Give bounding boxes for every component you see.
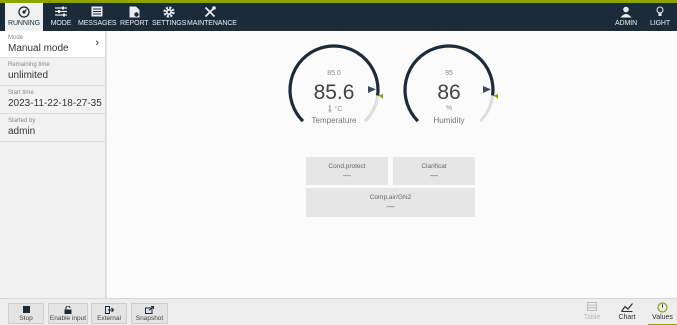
messages-button[interactable]: MESSAGES [78,3,117,31]
table-view-label: Table [583,314,601,321]
status-sidebar: Mode Manual mode › Remaining time unlimi… [0,31,106,298]
mode-field-value: Manual mode [8,43,69,54]
temperature-unit: 🌡°C [325,106,343,113]
clarificat-value: — [430,171,438,180]
comp-air-label: Comp.air/GN2 [369,194,412,201]
gear-icon [152,3,186,20]
settings-button[interactable]: SETTINGS [152,3,186,31]
thermometer-icon: 🌡 [325,106,335,113]
mode-selector[interactable]: Mode Manual mode › [0,31,105,58]
top-toolbar: RUNNING MODE MESSAGES REPORT SETTINGS MA… [0,0,677,31]
cond-protect-value: — [343,171,351,180]
settings-label: SETTINGS [152,20,187,27]
messages-icon [78,3,116,20]
comp-air-tile[interactable]: Comp.air/GN2 — [306,188,475,217]
external-label: External [97,315,121,322]
start-time-section: Start time 2023-11-22-18-27-35 [0,86,105,114]
remaining-time-value: unlimited [8,70,49,81]
snapshot-button[interactable]: Snapshot [131,303,168,324]
light-button[interactable]: LIGHT [648,3,672,31]
start-time-value: 2023-11-22-18-27-35 [8,98,102,109]
humidity-value: 86 [437,81,461,104]
report-icon [120,3,148,20]
temperature-setpoint: 85.0 [327,70,341,77]
mode-field-label: Mode [8,35,24,41]
remaining-time-label: Remaining time [8,62,50,68]
remaining-time-section: Remaining time unlimited [0,58,105,86]
messages-label: MESSAGES [78,20,117,27]
chevron-right-icon[interactable]: › [95,37,99,49]
user-icon [614,3,638,20]
report-label: REPORT [120,20,149,27]
running-icon [5,3,43,20]
values-view-label: Values [652,314,673,321]
cond-protect-tile[interactable]: Cond.protect — [306,157,388,185]
clarificat-tile[interactable]: Clarificat — [393,157,475,185]
table-view-button[interactable]: Table [580,299,604,325]
clarificat-label: Clarificat [421,163,447,170]
tools-icon [187,3,233,20]
running-label: RUNNING [8,20,40,27]
comp-air-value: — [386,202,395,211]
temperature-name: Temperature [311,116,357,125]
external-button[interactable]: External [91,303,127,324]
snapshot-label: Snapshot [135,315,164,322]
main-panel: 85.0 85.6 🌡°C Temperature 85 86 % Humidi… [107,31,677,298]
humidity-gauge[interactable]: 85 86 % Humidity [400,41,502,139]
started-by-section: Started by admin [0,114,105,142]
table-icon [580,299,604,314]
enable-input-button[interactable]: Enable input [48,303,88,324]
humidity-unit: % [445,105,453,112]
bottom-toolbar: Stop Enable input External Snapshot Tabl… [0,298,677,325]
started-by-value: admin [8,126,36,137]
mode-button[interactable]: MODE [47,3,75,31]
chart-view-button[interactable]: Chart [614,299,640,325]
stop-icon [9,304,43,315]
running-button[interactable]: RUNNING [5,3,43,31]
snapshot-icon [132,304,167,315]
temperature-gauge[interactable]: 85.0 85.6 🌡°C Temperature [285,41,387,139]
humidity-setpoint: 85 [445,70,453,77]
gauge-icon [648,299,677,314]
chart-icon [614,299,640,314]
unlock-icon [49,304,87,315]
temperature-value: 85.6 [313,81,355,104]
light-label: LIGHT [649,20,671,27]
admin-button[interactable]: ADMIN [614,3,638,31]
external-icon [92,304,126,315]
enable-input-label: Enable input [49,315,87,322]
admin-label: ADMIN [614,20,638,27]
bulb-icon [648,3,672,20]
chart-view-label: Chart [618,314,636,321]
report-button[interactable]: REPORT [120,3,149,31]
started-by-label: Started by [8,118,36,124]
cond-protect-label: Cond.protect [328,163,366,170]
values-view-button[interactable]: Values [648,299,677,325]
sliders-icon [47,3,75,20]
maintenance-button[interactable]: MAINTENANCE [187,3,237,31]
stop-button[interactable]: Stop [8,303,44,324]
stop-label: Stop [19,315,33,322]
maintenance-label: MAINTENANCE [187,20,237,27]
start-time-label: Start time [8,90,34,96]
humidity-name: Humidity [433,116,465,125]
mode-label: MODE [50,20,72,27]
